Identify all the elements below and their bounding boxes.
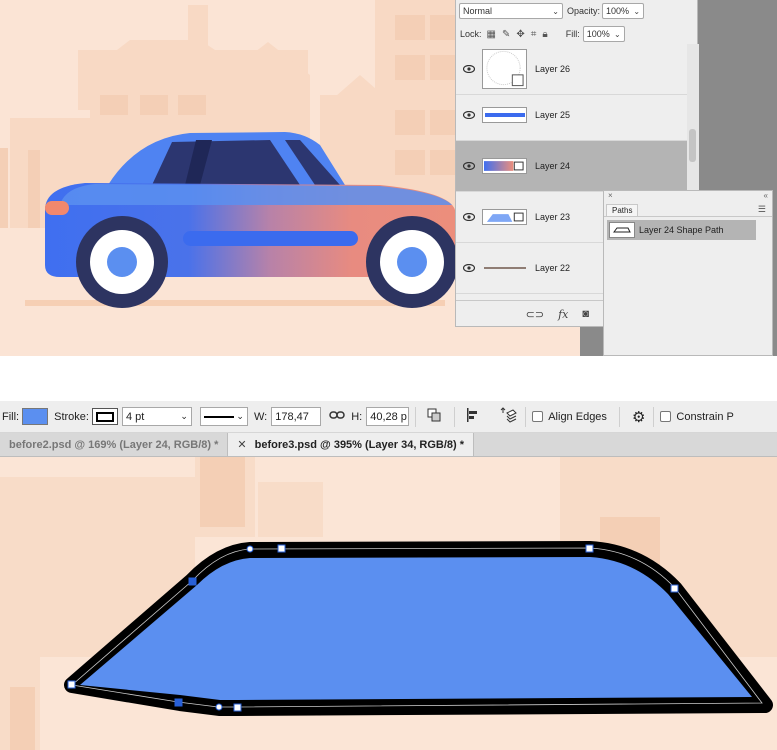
lock-image-pixels-icon[interactable]: ✎ bbox=[502, 29, 510, 40]
lock-all-icon[interactable]: 🔒︎ bbox=[542, 29, 547, 40]
gear-icon[interactable]: ⚙ bbox=[632, 408, 645, 426]
anchor-point[interactable] bbox=[585, 544, 594, 553]
fx-icon[interactable]: fx bbox=[558, 308, 568, 321]
blend-opacity-row: Normal ⌄ Opacity: 100% ⌄ bbox=[456, 0, 699, 22]
tab-document-active[interactable]: ✕ before3.psd @ 395% (Layer 34, RGB/8) * bbox=[228, 433, 475, 456]
chevron-down-icon: ⌄ bbox=[552, 6, 559, 16]
anchor-point[interactable] bbox=[233, 703, 242, 712]
anchor-point[interactable] bbox=[188, 577, 197, 586]
separator-gap bbox=[0, 356, 777, 401]
document-tabs: before2.psd @ 169% (Layer 24, RGB/8) * ✕… bbox=[0, 433, 777, 457]
anchor-point[interactable] bbox=[67, 680, 76, 689]
width-value: 178,47 bbox=[275, 410, 309, 423]
layer-name: Layer 24 bbox=[535, 161, 571, 171]
fill-opacity-value: 100% bbox=[586, 29, 610, 39]
visibility-eye-icon[interactable] bbox=[456, 111, 482, 119]
align-edges-checkbox[interactable] bbox=[532, 411, 544, 422]
constrain-label: Constrain P bbox=[676, 410, 734, 423]
layer-thumbnail bbox=[482, 158, 527, 174]
divider bbox=[653, 406, 655, 427]
layer-name: Layer 25 bbox=[535, 110, 571, 120]
layer-thumbnail bbox=[482, 209, 527, 225]
close-icon[interactable]: ✕ bbox=[237, 438, 246, 451]
width-label: W: bbox=[253, 410, 268, 423]
tab-paths[interactable]: Paths bbox=[606, 204, 639, 216]
close-icon[interactable]: × bbox=[608, 191, 613, 203]
divider bbox=[415, 406, 417, 427]
tab-title: before2.psd @ 169% (Layer 24, RGB/8) * bbox=[9, 438, 219, 451]
lock-label: Lock: bbox=[460, 29, 482, 39]
opacity-field[interactable]: 100% ⌄ bbox=[602, 3, 645, 19]
artboard-lock-icon[interactable]: ⌗ bbox=[531, 29, 537, 40]
path-thumbnail bbox=[609, 222, 635, 238]
layer-row[interactable]: Layer 24 bbox=[456, 141, 687, 192]
blend-mode-value: Normal bbox=[463, 6, 493, 16]
fill-opacity-label: Fill: bbox=[565, 29, 580, 39]
chevron-down-icon: ⌄ bbox=[614, 29, 621, 39]
divider bbox=[618, 406, 620, 427]
panel-menu-icon[interactable]: ☰ bbox=[758, 204, 766, 215]
stroke-type-select[interactable]: ⌄ bbox=[199, 407, 248, 426]
height-value: 40,28 p bbox=[370, 410, 407, 423]
chevron-down-icon: ⌄ bbox=[633, 6, 641, 16]
collapse-icon[interactable]: « bbox=[764, 191, 768, 203]
anchor-point[interactable] bbox=[670, 584, 679, 593]
fill-opacity-field[interactable]: 100% ⌄ bbox=[582, 26, 625, 42]
height-field[interactable]: 40,28 p bbox=[366, 407, 410, 426]
layer-thumbnail bbox=[482, 49, 527, 89]
fill-label: Fill: bbox=[2, 410, 20, 423]
lock-fill-row: Lock: ▦ ✎ ✥ ⌗ 🔒︎ Fill: 100% ⌄ bbox=[456, 23, 699, 45]
shape-path-canvas bbox=[0, 457, 777, 750]
layer-thumbnail bbox=[482, 260, 527, 276]
path-arrangement-icon[interactable] bbox=[499, 407, 518, 426]
panel-dock-gutter-lower bbox=[580, 327, 605, 356]
paths-panel: × « Paths ☰ Layer 24 Shape Path bbox=[603, 190, 773, 356]
zoomed-canvas[interactable] bbox=[0, 457, 777, 750]
tab-document[interactable]: before2.psd @ 169% (Layer 24, RGB/8) * bbox=[0, 433, 229, 456]
stroke-width-value: 4 pt bbox=[125, 410, 145, 423]
lock-transparent-pixels-icon[interactable]: ▦ bbox=[487, 29, 496, 40]
layer-name: Layer 22 bbox=[535, 263, 571, 273]
layers-scrollbar-thumb[interactable] bbox=[689, 129, 696, 162]
divider bbox=[525, 406, 527, 427]
layer-thumbnail bbox=[482, 107, 527, 123]
visibility-eye-icon[interactable] bbox=[456, 264, 482, 272]
path-name: Layer 24 Shape Path bbox=[639, 225, 724, 235]
stroke-color-swatch[interactable] bbox=[91, 408, 118, 425]
width-field[interactable]: 178,47 bbox=[271, 407, 322, 426]
divider bbox=[454, 406, 456, 427]
control-handle[interactable] bbox=[246, 545, 254, 553]
visibility-eye-icon[interactable] bbox=[456, 162, 482, 170]
path-operations-icon[interactable] bbox=[426, 407, 442, 426]
anchor-point[interactable] bbox=[277, 544, 286, 553]
anchor-point[interactable] bbox=[174, 698, 183, 707]
options-bar: Fill: Stroke: 4 pt ⌄ ⌄ W: 178,47 H: 40,2… bbox=[0, 401, 777, 433]
chevron-down-icon: ⌄ bbox=[236, 411, 244, 421]
layer-name: Layer 23 bbox=[535, 212, 571, 222]
visibility-eye-icon[interactable] bbox=[456, 65, 482, 73]
top-canvas: Normal ⌄ Opacity: 100% ⌄ Lock: ▦ ✎ ✥ ⌗ 🔒… bbox=[0, 0, 777, 356]
layer-row[interactable]: Layer 26 bbox=[456, 44, 687, 95]
link-icon[interactable]: ⊂⊃ bbox=[526, 308, 544, 321]
layer-name: Layer 26 bbox=[535, 64, 571, 74]
opacity-label: Opacity: bbox=[567, 6, 601, 16]
path-item[interactable]: Layer 24 Shape Path bbox=[607, 220, 756, 240]
height-label: H: bbox=[351, 410, 363, 423]
visibility-eye-icon[interactable] bbox=[456, 213, 482, 221]
lock-position-icon[interactable]: ✥ bbox=[516, 29, 524, 40]
fill-color-swatch[interactable] bbox=[22, 408, 49, 425]
link-dimensions-icon[interactable] bbox=[329, 410, 345, 423]
path-alignment-icon[interactable] bbox=[465, 407, 481, 426]
opacity-value: 100% bbox=[606, 6, 630, 16]
tab-title: before3.psd @ 395% (Layer 34, RGB/8) * bbox=[254, 438, 465, 451]
align-edges-label: Align Edges bbox=[548, 410, 607, 423]
stroke-width-field[interactable]: 4 pt ⌄ bbox=[121, 407, 192, 426]
chevron-down-icon: ⌄ bbox=[180, 411, 188, 421]
blend-mode-select[interactable]: Normal ⌄ bbox=[459, 3, 563, 19]
mask-icon[interactable]: ◙ bbox=[582, 308, 589, 320]
control-handle[interactable] bbox=[215, 703, 223, 711]
constrain-checkbox[interactable] bbox=[660, 411, 672, 422]
layer-row[interactable]: Layer 25 bbox=[456, 90, 687, 141]
stroke-label: Stroke: bbox=[54, 410, 89, 423]
